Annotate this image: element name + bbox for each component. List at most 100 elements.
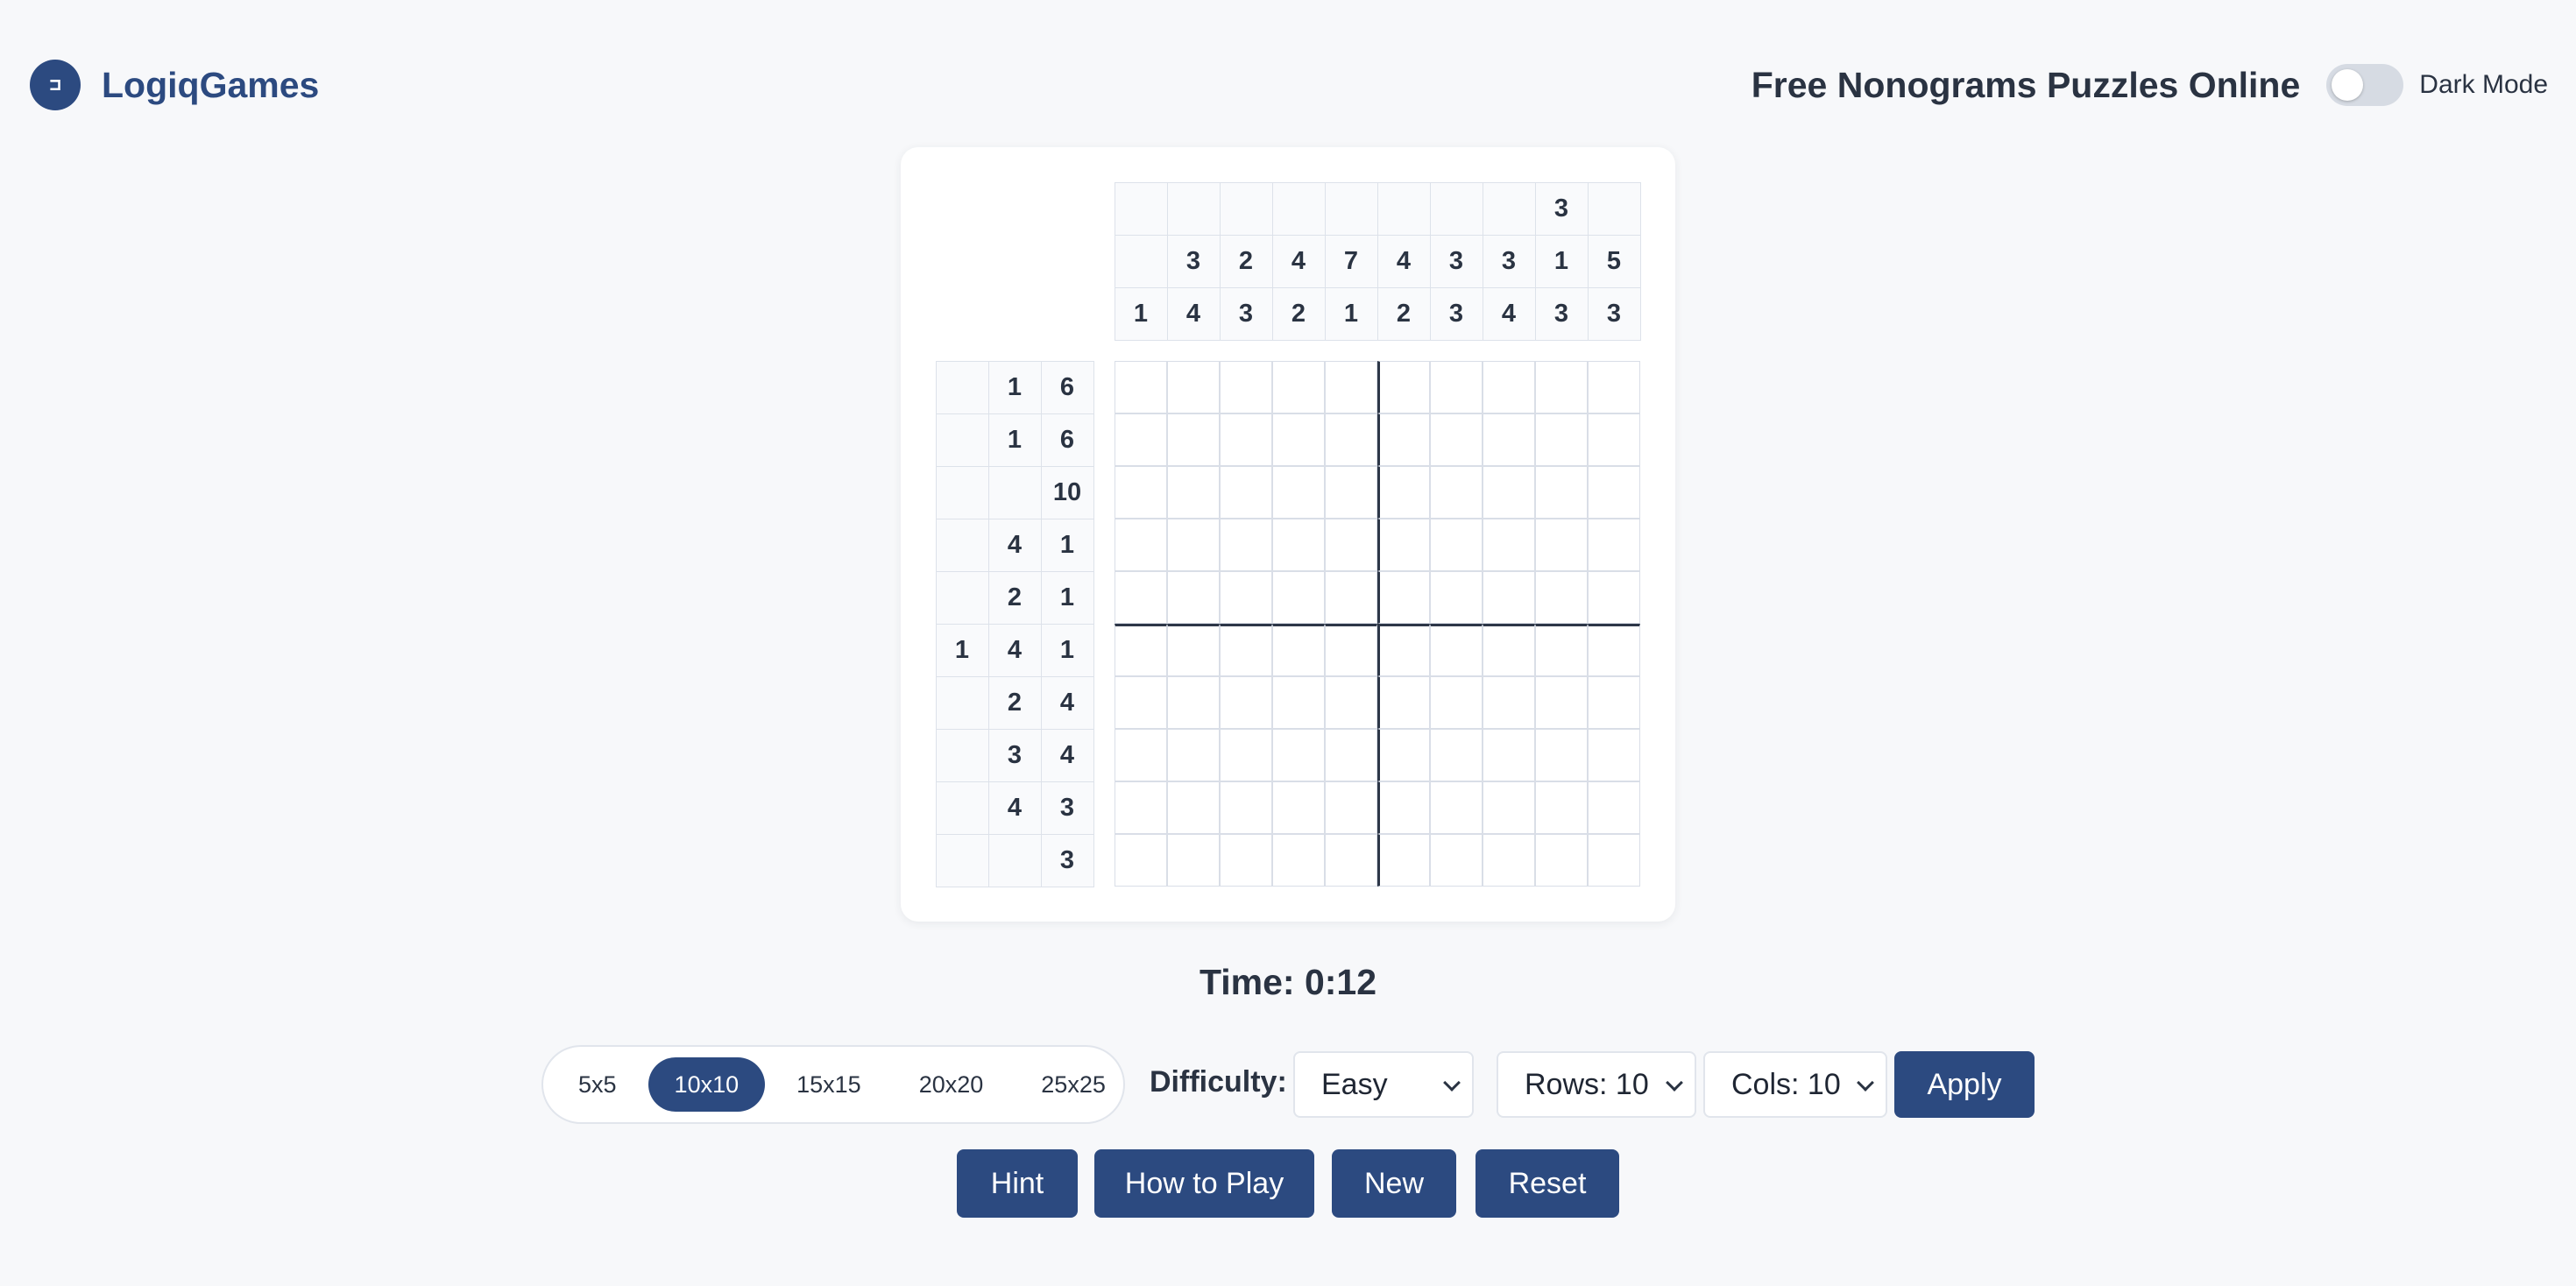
dark-mode-toggle[interactable] [2326, 64, 2404, 106]
grid-cell[interactable] [1430, 676, 1483, 729]
grid-cell[interactable] [1220, 571, 1272, 624]
grid-cell[interactable] [1167, 729, 1220, 781]
grid-cell[interactable] [1588, 519, 1640, 571]
grid-cell[interactable] [1220, 834, 1272, 887]
grid-cell[interactable] [1272, 624, 1325, 676]
grid-cell[interactable] [1377, 466, 1430, 519]
grid-cell[interactable] [1325, 834, 1377, 887]
grid-cell[interactable] [1272, 729, 1325, 781]
grid-cell[interactable] [1272, 834, 1325, 887]
grid-cell[interactable] [1588, 361, 1640, 413]
grid-cell[interactable] [1588, 729, 1640, 781]
grid-cell[interactable] [1325, 361, 1377, 413]
grid-cell[interactable] [1115, 571, 1167, 624]
grid-cell[interactable] [1483, 624, 1535, 676]
grid-cell[interactable] [1115, 361, 1167, 413]
grid-cell[interactable] [1588, 834, 1640, 887]
grid-cell[interactable] [1377, 519, 1430, 571]
grid-cell[interactable] [1325, 676, 1377, 729]
grid-cell[interactable] [1220, 676, 1272, 729]
grid-cell[interactable] [1115, 729, 1167, 781]
grid-cell[interactable] [1325, 781, 1377, 834]
grid-cell[interactable] [1588, 571, 1640, 624]
grid-cell[interactable] [1377, 781, 1430, 834]
grid-cell[interactable] [1377, 834, 1430, 887]
grid-cell[interactable] [1588, 624, 1640, 676]
grid-cell[interactable] [1377, 413, 1430, 466]
grid-cell[interactable] [1430, 413, 1483, 466]
grid-cell[interactable] [1167, 413, 1220, 466]
grid-cell[interactable] [1167, 624, 1220, 676]
difficulty-select[interactable]: Easy [1293, 1051, 1474, 1118]
grid-cell[interactable] [1115, 519, 1167, 571]
grid-cell[interactable] [1325, 519, 1377, 571]
grid-cell[interactable] [1272, 413, 1325, 466]
grid-cell[interactable] [1115, 624, 1167, 676]
grid-cell[interactable] [1272, 361, 1325, 413]
grid-cell[interactable] [1167, 676, 1220, 729]
grid-cell[interactable] [1377, 624, 1430, 676]
grid-cell[interactable] [1377, 571, 1430, 624]
size-option-20x20[interactable]: 20x20 [893, 1057, 1010, 1112]
grid-cell[interactable] [1430, 519, 1483, 571]
grid-cell[interactable] [1325, 624, 1377, 676]
grid-cell[interactable] [1115, 781, 1167, 834]
brand[interactable]: ⊐ LogiqGames [30, 60, 319, 110]
grid-cell[interactable] [1167, 519, 1220, 571]
grid-cell[interactable] [1220, 729, 1272, 781]
grid-cell[interactable] [1588, 676, 1640, 729]
size-option-15x15[interactable]: 15x15 [770, 1057, 888, 1112]
grid-cell[interactable] [1220, 466, 1272, 519]
grid-cell[interactable] [1115, 413, 1167, 466]
grid-cell[interactable] [1483, 361, 1535, 413]
grid-cell[interactable] [1325, 571, 1377, 624]
grid-cell[interactable] [1272, 466, 1325, 519]
grid-cell[interactable] [1535, 781, 1588, 834]
grid-cell[interactable] [1272, 781, 1325, 834]
grid-cell[interactable] [1220, 624, 1272, 676]
grid-cell[interactable] [1535, 413, 1588, 466]
grid-cell[interactable] [1430, 571, 1483, 624]
grid-cell[interactable] [1535, 466, 1588, 519]
grid-cell[interactable] [1325, 413, 1377, 466]
grid-cell[interactable] [1167, 571, 1220, 624]
grid-cell[interactable] [1115, 466, 1167, 519]
grid-cell[interactable] [1272, 571, 1325, 624]
grid-cell[interactable] [1430, 624, 1483, 676]
grid-cell[interactable] [1535, 571, 1588, 624]
hint-button[interactable]: Hint [957, 1149, 1078, 1218]
grid-cell[interactable] [1377, 676, 1430, 729]
grid-cell[interactable] [1483, 729, 1535, 781]
reset-button[interactable]: Reset [1476, 1149, 1619, 1218]
apply-button[interactable]: Apply [1894, 1051, 2035, 1118]
grid-cell[interactable] [1535, 729, 1588, 781]
new-button[interactable]: New [1332, 1149, 1456, 1218]
grid-cell[interactable] [1272, 676, 1325, 729]
grid-cell[interactable] [1325, 466, 1377, 519]
grid-cell[interactable] [1167, 781, 1220, 834]
size-option-5x5[interactable]: 5x5 [552, 1057, 643, 1112]
grid-cell[interactable] [1535, 519, 1588, 571]
grid-cell[interactable] [1430, 729, 1483, 781]
grid-cell[interactable] [1483, 571, 1535, 624]
grid-cell[interactable] [1430, 466, 1483, 519]
grid-cell[interactable] [1588, 466, 1640, 519]
grid-cell[interactable] [1377, 361, 1430, 413]
grid-cell[interactable] [1535, 624, 1588, 676]
grid-cell[interactable] [1115, 676, 1167, 729]
cols-select[interactable]: Cols: 10 [1703, 1051, 1887, 1118]
grid-cell[interactable] [1220, 361, 1272, 413]
grid-cell[interactable] [1220, 413, 1272, 466]
grid-cell[interactable] [1483, 519, 1535, 571]
how-to-play-button[interactable]: How to Play [1094, 1149, 1314, 1218]
grid-cell[interactable] [1535, 361, 1588, 413]
grid-cell[interactable] [1483, 466, 1535, 519]
grid-cell[interactable] [1325, 729, 1377, 781]
grid-cell[interactable] [1167, 834, 1220, 887]
puzzle-grid[interactable] [1115, 361, 1640, 887]
grid-cell[interactable] [1588, 781, 1640, 834]
grid-cell[interactable] [1220, 781, 1272, 834]
size-option-10x10[interactable]: 10x10 [648, 1057, 766, 1112]
grid-cell[interactable] [1483, 413, 1535, 466]
size-option-25x25[interactable]: 25x25 [1015, 1057, 1132, 1112]
